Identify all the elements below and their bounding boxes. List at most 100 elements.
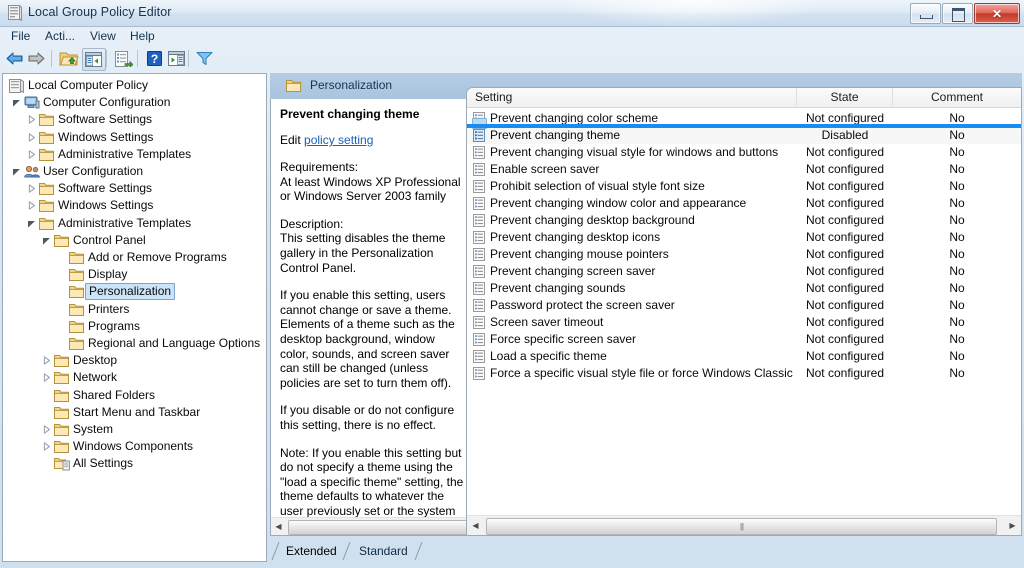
menu-item-file[interactable]: File: [6, 28, 35, 44]
table-row[interactable]: Load a specific themeNot configuredNo: [467, 348, 1021, 365]
description-horizontal-scrollbar[interactable]: ◀: [271, 517, 475, 535]
tree-node-label: All Settings: [73, 455, 133, 472]
tree-node-personalization[interactable]: Personalization: [69, 283, 175, 300]
policy-setting-link[interactable]: policy setting: [304, 133, 373, 147]
folder-icon: [69, 268, 84, 281]
scroll-right-icon[interactable]: ▶: [1004, 516, 1021, 535]
tree-node-label: Start Menu and Taskbar: [73, 404, 200, 421]
folder-icon: [54, 406, 69, 419]
menu-item-help[interactable]: Help: [125, 28, 160, 44]
tree-node-control-panel[interactable]: Control Panel: [54, 232, 146, 249]
setting-state: Not configured: [797, 229, 893, 246]
tree-expander-expanded-icon[interactable]: [11, 166, 22, 177]
help-question-icon[interactable]: ?: [144, 48, 166, 69]
tree-expander-collapsed-icon[interactable]: [26, 149, 37, 160]
menu-item-view[interactable]: View: [85, 28, 121, 44]
table-row[interactable]: Enable screen saverNot configuredNo: [467, 161, 1021, 178]
tree-node-printers[interactable]: Printers: [69, 301, 129, 318]
tree-expander-collapsed-icon[interactable]: [41, 355, 52, 366]
setting-comment: No: [893, 297, 1021, 314]
tab-extended[interactable]: Extended: [276, 542, 347, 560]
column-header-state[interactable]: State: [797, 88, 893, 107]
forward-arrow-icon[interactable]: [28, 52, 45, 65]
tree-node-network[interactable]: Network: [54, 369, 117, 386]
setting-state: Not configured: [797, 314, 893, 331]
console-tree-pane[interactable]: Local Computer PolicyComputer Configurat…: [2, 73, 267, 562]
console-tree-icon[interactable]: [82, 48, 106, 71]
maximize-button[interactable]: [942, 3, 973, 24]
tree-expander-collapsed-icon[interactable]: [41, 372, 52, 383]
table-row[interactable]: Force specific screen saverNot configure…: [467, 331, 1021, 348]
tree-node-all-settings[interactable]: All Settings: [54, 455, 133, 472]
tree-node-computer-configuration[interactable]: Computer Configuration: [24, 94, 170, 111]
table-row[interactable]: Prevent changing soundsNot configuredNo: [467, 280, 1021, 297]
description-enable-paragraph: If you enable this setting, users cannot…: [280, 288, 466, 390]
action-pane-icon[interactable]: [166, 48, 188, 69]
tree-node-start-menu-and-taskbar[interactable]: Start Menu and Taskbar: [54, 404, 200, 421]
table-row[interactable]: Prevent changing visual style for window…: [467, 144, 1021, 161]
tree-node-system[interactable]: System: [54, 421, 113, 438]
toolbar: ?: [0, 46, 1024, 71]
tree-node-windows-settings[interactable]: Windows Settings: [39, 129, 153, 146]
tree-expander-expanded-icon[interactable]: [26, 218, 37, 229]
tree-expander-collapsed-icon[interactable]: [41, 441, 52, 452]
back-arrow-icon[interactable]: [6, 52, 23, 65]
tree-node-programs[interactable]: Programs: [69, 318, 140, 335]
table-row[interactable]: Force a specific visual style file or fo…: [467, 365, 1021, 382]
tree-node-software-settings[interactable]: Software Settings: [39, 180, 152, 197]
tree-node-add-or-remove-programs[interactable]: Add or Remove Programs: [69, 249, 227, 266]
tree-node-desktop[interactable]: Desktop: [54, 352, 117, 369]
tree-node-windows-components[interactable]: Windows Components: [54, 438, 193, 455]
setting-name: Force a specific visual style file or fo…: [490, 365, 793, 382]
folder-up-icon[interactable]: [58, 48, 80, 69]
settings-list-rows[interactable]: Prevent changing color schemeNot configu…: [467, 107, 1021, 516]
tree-expander-expanded-icon[interactable]: [11, 97, 22, 108]
column-header-comment[interactable]: Comment: [893, 88, 1021, 107]
table-row[interactable]: Prohibit selection of visual style font …: [467, 178, 1021, 195]
filter-funnel-icon[interactable]: [194, 48, 216, 69]
tree-node-windows-settings[interactable]: Windows Settings: [39, 197, 153, 214]
table-row[interactable]: Password protect the screen saverNot con…: [467, 297, 1021, 314]
table-row[interactable]: Prevent changing desktop backgroundNot c…: [467, 212, 1021, 229]
setting-comment: No: [893, 144, 1021, 161]
tree-node-regional-and-language-options[interactable]: Regional and Language Options: [69, 335, 260, 352]
table-row[interactable]: Prevent changing themeDisabledNo: [467, 127, 1021, 144]
tree-node-display[interactable]: Display: [69, 266, 127, 283]
settings-horizontal-scrollbar[interactable]: ◀ ||| ▶: [467, 515, 1021, 535]
tree-node-local-computer-policy[interactable]: Local Computer Policy: [9, 77, 148, 94]
export-list-icon[interactable]: [113, 48, 135, 69]
minimize-button[interactable]: [910, 3, 941, 24]
tree-expander-collapsed-icon[interactable]: [26, 114, 37, 125]
title-bar-glow: [560, 0, 820, 26]
tab-standard[interactable]: Standard: [349, 542, 418, 560]
tree-node-administrative-templates[interactable]: Administrative Templates: [39, 215, 191, 232]
settings-scroll-thumb[interactable]: |||: [486, 518, 997, 535]
menu-item-action[interactable]: Acti...: [40, 28, 80, 44]
tree-expander-collapsed-icon[interactable]: [26, 183, 37, 194]
table-row[interactable]: Screen saver timeoutNot configuredNo: [467, 314, 1021, 331]
table-row[interactable]: Prevent changing desktop iconsNot config…: [467, 229, 1021, 246]
close-button[interactable]: ✕: [974, 3, 1020, 24]
scroll-left-icon[interactable]: ◀: [467, 516, 484, 535]
table-row[interactable]: Prevent changing mouse pointersNot confi…: [467, 246, 1021, 263]
tree-node-administrative-templates[interactable]: Administrative Templates: [39, 146, 191, 163]
column-header-setting[interactable]: Setting: [467, 88, 797, 107]
tree-expander-collapsed-icon[interactable]: [26, 200, 37, 211]
settings-list-pane[interactable]: Setting State Comment Prevent changing c…: [466, 87, 1022, 536]
scroll-left-icon[interactable]: ◀: [271, 518, 286, 535]
description-scroll-thumb[interactable]: [288, 520, 475, 535]
tree-node-label: Control Panel: [73, 232, 146, 249]
tree-expander-expanded-icon[interactable]: [41, 235, 52, 246]
tree-node-user-configuration[interactable]: User Configuration: [24, 163, 143, 180]
tree-node-shared-folders[interactable]: Shared Folders: [54, 387, 155, 404]
setting-name: Prevent changing theme: [490, 127, 620, 144]
tree-expander-collapsed-icon[interactable]: [41, 424, 52, 435]
table-row[interactable]: Prevent changing screen saverNot configu…: [467, 263, 1021, 280]
tree-expander-collapsed-icon[interactable]: [26, 132, 37, 143]
policy-setting-icon: [473, 231, 485, 244]
setting-name: Force specific screen saver: [490, 331, 636, 348]
tree-node-software-settings[interactable]: Software Settings: [39, 111, 152, 128]
setting-state: Not configured: [797, 365, 893, 382]
table-row[interactable]: Prevent changing window color and appear…: [467, 195, 1021, 212]
svg-text:?: ?: [151, 52, 158, 66]
